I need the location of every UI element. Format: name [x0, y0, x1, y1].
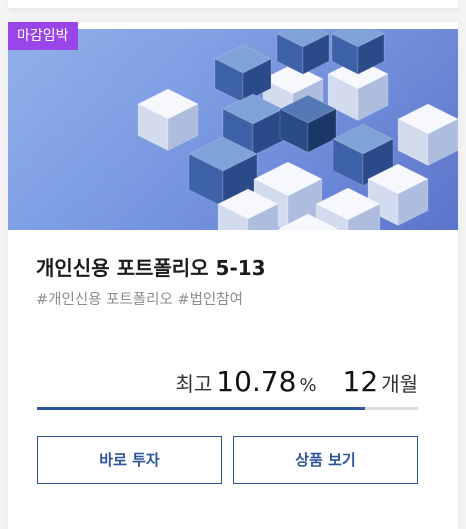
rate-value: 10.78 — [216, 365, 297, 398]
term-unit: 개월 — [381, 372, 418, 396]
previous-card-edge — [8, 0, 458, 8]
funding-progress-bar — [37, 407, 418, 410]
product-card[interactable]: 마감임박 개인신용 포트폴리오 5-13 #개인신용 포트폴리오 #법인참여 최… — [8, 22, 458, 529]
funding-progress-fill — [37, 407, 365, 410]
invest-now-button[interactable]: 바로 투자 — [37, 436, 222, 484]
product-title: 개인신용 포트폴리오 5-13 — [36, 256, 266, 280]
product-tags: #개인신용 포트폴리오 #법인참여 — [36, 292, 243, 308]
product-image — [8, 29, 458, 230]
term-value: 12 — [342, 365, 379, 398]
product-stats: 최고 10.78 % 12 개월 — [175, 365, 418, 398]
rate-unit: % — [299, 375, 317, 396]
rate-label: 최고 — [175, 372, 213, 396]
view-product-button[interactable]: 상품 보기 — [233, 436, 418, 484]
deadline-badge: 마감임박 — [8, 22, 78, 50]
cubes-illustration — [8, 29, 458, 230]
